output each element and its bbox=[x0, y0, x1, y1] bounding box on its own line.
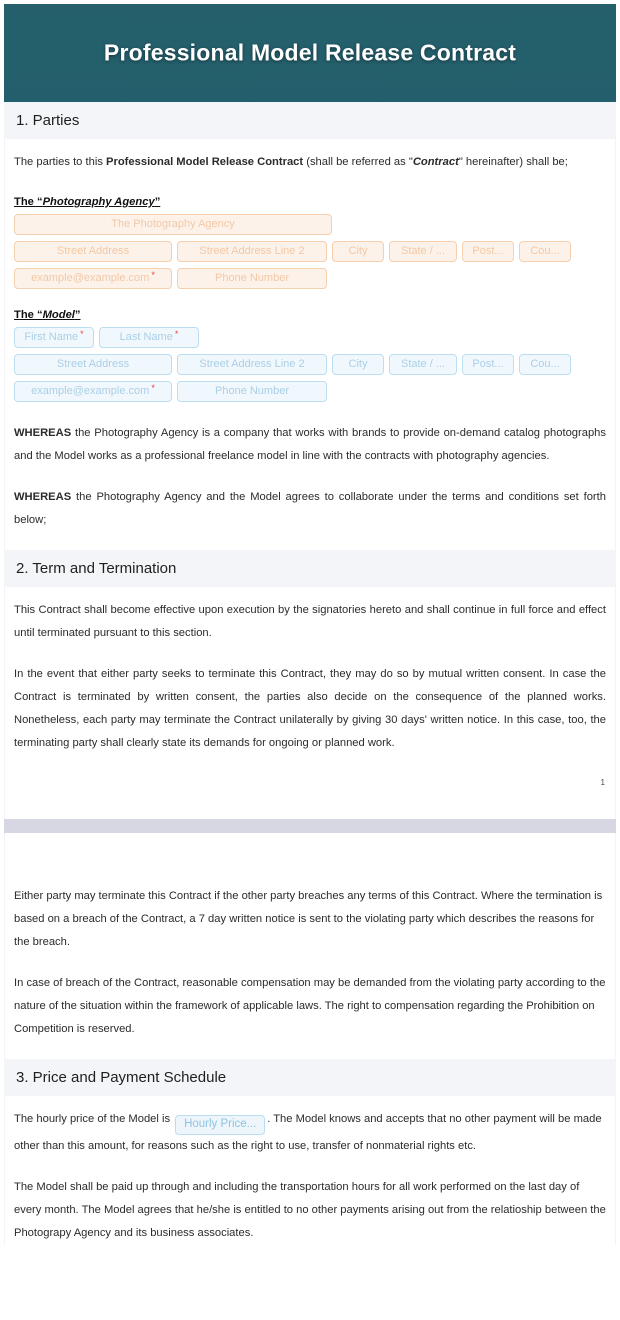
agency-label-emphasis: Photography Agency bbox=[42, 195, 155, 208]
model-address-row: Street Address Street Address Line 2 Cit… bbox=[14, 353, 606, 375]
party-label-agency: The “Photography Agency” bbox=[14, 196, 160, 208]
contract-document: Professional Model Release Contract 1. P… bbox=[0, 4, 620, 1245]
price-paragraph-2: The Model shall be paid up through and i… bbox=[14, 1180, 606, 1239]
price-text-before: The hourly price of the Model is bbox=[14, 1113, 174, 1126]
model-fields-group: First Name * Last Name * Street Address St… bbox=[14, 326, 606, 402]
section-heading-parties: 1. Parties bbox=[5, 102, 615, 139]
price-paragraph-1: The hourly price of the Model is Hourly … bbox=[14, 1108, 606, 1158]
agency-label-prefix: The “ bbox=[14, 195, 43, 208]
model-state-input[interactable]: State / ... bbox=[389, 353, 457, 375]
document-header-banner: Professional Model Release Contract bbox=[4, 4, 616, 102]
hourly-price-input[interactable]: Hourly Price... bbox=[175, 1114, 266, 1135]
model-last-name-required-asterisk: * bbox=[174, 328, 179, 339]
page-title: Professional Model Release Contract bbox=[103, 39, 517, 66]
page-number-1: 1 bbox=[600, 778, 605, 788]
section-heading-price-payment: 3. Price and Payment Schedule bbox=[5, 1059, 615, 1097]
agency-fields-group: The Photography Agency Street Address St… bbox=[14, 213, 606, 289]
model-email-placeholder: example@example.com bbox=[31, 385, 150, 398]
model-first-name-required-asterisk: * bbox=[80, 328, 84, 339]
model-street2-input[interactable]: Street Address Line 2 bbox=[177, 353, 327, 375]
whereas-paragraph-2: WHEREAS the Photography Agency and the M… bbox=[14, 486, 606, 532]
whereas-2-text: the Photography Agency and the Model agr… bbox=[14, 490, 606, 526]
agency-company-row: The Photography Agency bbox=[14, 213, 606, 235]
parties-intro-paragraph: The parties to this Professional Model R… bbox=[14, 151, 606, 174]
agency-city-input[interactable]: City bbox=[332, 240, 384, 262]
agency-street2-input[interactable]: Street Address Line 2 bbox=[177, 240, 327, 262]
agency-phone-input[interactable]: Phone Number bbox=[177, 267, 327, 289]
model-city-input[interactable]: City bbox=[332, 353, 384, 375]
section-heading-term-termination: 2. Term and Termination bbox=[5, 549, 615, 587]
agency-address-row: Street Address Street Address Line 2 Cit… bbox=[14, 240, 606, 262]
document-page-2: Either party may terminate this Contract… bbox=[4, 833, 616, 1245]
document-page-1: 1. Parties The parties to this Professio… bbox=[4, 102, 616, 820]
whereas-paragraph-1: WHEREAS the Photography Agency is a comp… bbox=[14, 422, 606, 468]
model-label-emphasis: Model bbox=[42, 308, 75, 321]
model-last-name-placeholder: Last Name bbox=[119, 331, 173, 344]
term-paragraph-2: In the event that either party seeks to … bbox=[14, 667, 606, 749]
model-label-suffix: ” bbox=[74, 308, 81, 321]
agency-label-suffix: ” bbox=[154, 195, 161, 208]
model-last-name-input[interactable]: Last Name * bbox=[99, 326, 199, 348]
model-phone-input[interactable]: Phone Number bbox=[177, 380, 327, 402]
term-paragraph-4: In case of breach of the Contract, reaso… bbox=[14, 977, 606, 1036]
agency-contact-row: example@example.com * Phone Number bbox=[14, 267, 606, 289]
model-first-name-placeholder: First Name bbox=[24, 331, 79, 344]
model-first-name-input[interactable]: First Name * bbox=[14, 326, 94, 348]
whereas-2-keyword: WHEREAS bbox=[14, 490, 72, 503]
agency-country-input[interactable]: Cou... bbox=[519, 240, 571, 262]
agency-postal-input[interactable]: Post... bbox=[462, 240, 514, 262]
model-email-required-asterisk: * bbox=[151, 382, 155, 393]
term-paragraph-3: Either party may terminate this Contract… bbox=[14, 890, 603, 949]
intro-contract-term: Contract bbox=[412, 156, 459, 168]
intro-contract-name: Professional Model Release Contract bbox=[106, 156, 304, 168]
model-country-input[interactable]: Cou... bbox=[519, 353, 571, 375]
term-paragraph-1: This Contract shall become effective upo… bbox=[14, 603, 606, 639]
model-name-row: First Name * Last Name * bbox=[14, 326, 606, 348]
model-label-prefix: The “ bbox=[14, 308, 43, 321]
agency-email-input[interactable]: example@example.com * bbox=[14, 267, 172, 289]
page-break-separator bbox=[4, 819, 616, 834]
model-postal-input[interactable]: Post... bbox=[462, 353, 514, 375]
agency-state-input[interactable]: State / ... bbox=[389, 240, 457, 262]
whereas-1-text: the Photography Agency is a company that… bbox=[14, 426, 606, 462]
intro-text-3: " hereinafter) shall be; bbox=[458, 156, 568, 168]
whereas-1-keyword: WHEREAS bbox=[14, 426, 72, 439]
party-label-model: The “Model” bbox=[14, 309, 81, 321]
agency-email-required-asterisk: * bbox=[151, 269, 155, 280]
model-email-input[interactable]: example@example.com * bbox=[14, 380, 172, 402]
model-contact-row: example@example.com * Phone Number bbox=[14, 380, 606, 402]
intro-text-1: The parties to this bbox=[14, 156, 107, 168]
agency-email-placeholder: example@example.com bbox=[31, 272, 150, 285]
agency-street-input[interactable]: Street Address bbox=[14, 240, 172, 262]
model-street-input[interactable]: Street Address bbox=[14, 353, 172, 375]
agency-company-input[interactable]: The Photography Agency bbox=[14, 213, 332, 235]
intro-text-2: (shall be referred as " bbox=[303, 156, 413, 168]
